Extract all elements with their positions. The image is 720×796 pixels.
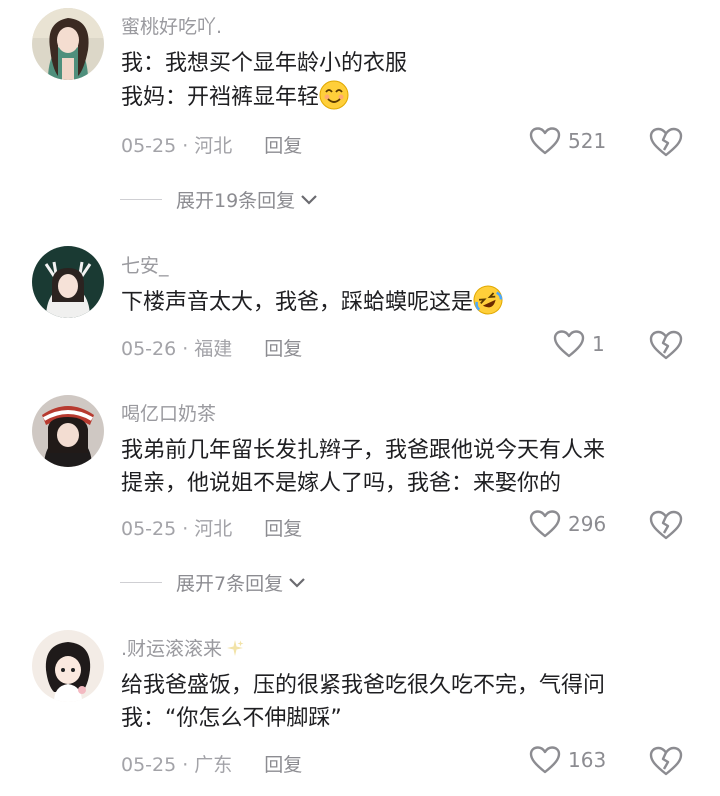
broken-heart-icon[interactable] xyxy=(648,126,684,158)
chevron-down-icon xyxy=(301,194,317,205)
avatar[interactable] xyxy=(32,246,104,318)
heart-outline-icon xyxy=(553,330,585,358)
comment-meta: 05-25 · 河北 回复 xyxy=(121,131,302,158)
separator-dot: · xyxy=(182,338,189,360)
reply-button[interactable]: 回复 xyxy=(264,754,302,776)
like-count: 296 xyxy=(568,512,607,536)
divider-line xyxy=(120,199,162,200)
comment-location: 福建 xyxy=(194,338,233,360)
like-button[interactable]: 521 xyxy=(528,126,606,156)
comment-date: 05-26 xyxy=(121,338,177,360)
separator-dot: · xyxy=(182,135,189,157)
rolling-on-floor-laughing-emoji-icon xyxy=(473,285,503,315)
comment-date: 05-25 xyxy=(121,135,177,157)
comment-line: 我：“你怎么不伸脚踩” xyxy=(121,706,342,731)
separator-dot: · xyxy=(182,754,189,776)
divider-line xyxy=(120,582,162,583)
like-count: 1 xyxy=(592,332,605,356)
comment-meta: 05-26 · 福建 回复 xyxy=(121,334,302,361)
comment-line: 给我爸盛饭，压的很紧我爸吃很久吃不完，气得问 xyxy=(121,673,606,698)
username[interactable]: 蜜桃好吃吖. xyxy=(121,12,222,39)
comment-line: 我：我想买个显年龄小的衣服 xyxy=(121,51,408,76)
like-button[interactable]: 1 xyxy=(552,329,605,359)
comment-text: 下楼声音太大，我爸，踩蛤蟆呢这是 xyxy=(121,285,681,319)
heart-outline-icon xyxy=(529,127,561,155)
separator-dot: · xyxy=(182,518,189,540)
like-button[interactable]: 163 xyxy=(528,745,606,775)
reply-button[interactable]: 回复 xyxy=(264,518,302,540)
broken-heart-icon[interactable] xyxy=(648,509,684,541)
username[interactable]: 喝亿口奶茶 xyxy=(121,399,216,426)
comment-location: 河北 xyxy=(194,135,233,157)
sparkle-icon xyxy=(227,640,244,656)
like-count: 521 xyxy=(568,129,607,153)
username-text: .财运滚滚来 xyxy=(121,638,223,660)
reply-button[interactable]: 回复 xyxy=(264,338,302,360)
comment-line: 我妈：开裆裤显年轻 xyxy=(121,85,320,110)
smiling-emoji-icon xyxy=(319,80,349,110)
avatar[interactable] xyxy=(32,630,104,702)
expand-replies-button[interactable]: 展开19条回复 xyxy=(120,186,319,213)
comment-line: 我弟前几年留长发扎辫子，我爸跟他说今天有人来 xyxy=(121,438,606,463)
expand-replies-button[interactable]: 展开7条回复 xyxy=(120,569,307,596)
broken-heart-icon[interactable] xyxy=(648,745,684,777)
comment-location: 广东 xyxy=(194,754,233,776)
comment-text: 给我爸盛饭，压的很紧我爸吃很久吃不完，气得问 我：“你怎么不伸脚踩” xyxy=(121,669,681,735)
username[interactable]: 七安_ xyxy=(121,251,169,278)
avatar[interactable] xyxy=(32,8,104,80)
expand-label: 展开7条回复 xyxy=(176,573,284,595)
comment-line: 提亲，他说姐不是嫁人了吗，我爸：来娶你的 xyxy=(121,471,562,496)
comment-meta: 05-25 · 广东 回复 xyxy=(121,750,302,777)
comment-line: 下楼声音太大，我爸，踩蛤蟆呢这是 xyxy=(121,290,474,315)
comment-text: 我弟前几年留长发扎辫子，我爸跟他说今天有人来 提亲，他说姐不是嫁人了吗，我爸：来… xyxy=(121,434,681,500)
expand-label: 展开19条回复 xyxy=(176,190,296,212)
comment-date: 05-25 xyxy=(121,518,177,540)
broken-heart-icon[interactable] xyxy=(648,329,684,361)
comment-location: 河北 xyxy=(194,518,233,540)
avatar[interactable] xyxy=(32,395,104,467)
heart-outline-icon xyxy=(529,746,561,774)
like-count: 163 xyxy=(568,748,607,772)
heart-outline-icon xyxy=(529,510,561,538)
reply-button[interactable]: 回复 xyxy=(264,135,302,157)
like-button[interactable]: 296 xyxy=(528,509,606,539)
chevron-down-icon xyxy=(289,577,305,588)
comment-text: 我：我想买个显年龄小的衣服 我妈：开裆裤显年轻 xyxy=(121,47,681,114)
comment-meta: 05-25 · 河北 回复 xyxy=(121,514,302,541)
comment-date: 05-25 xyxy=(121,754,177,776)
username[interactable]: .财运滚滚来 xyxy=(121,634,244,661)
